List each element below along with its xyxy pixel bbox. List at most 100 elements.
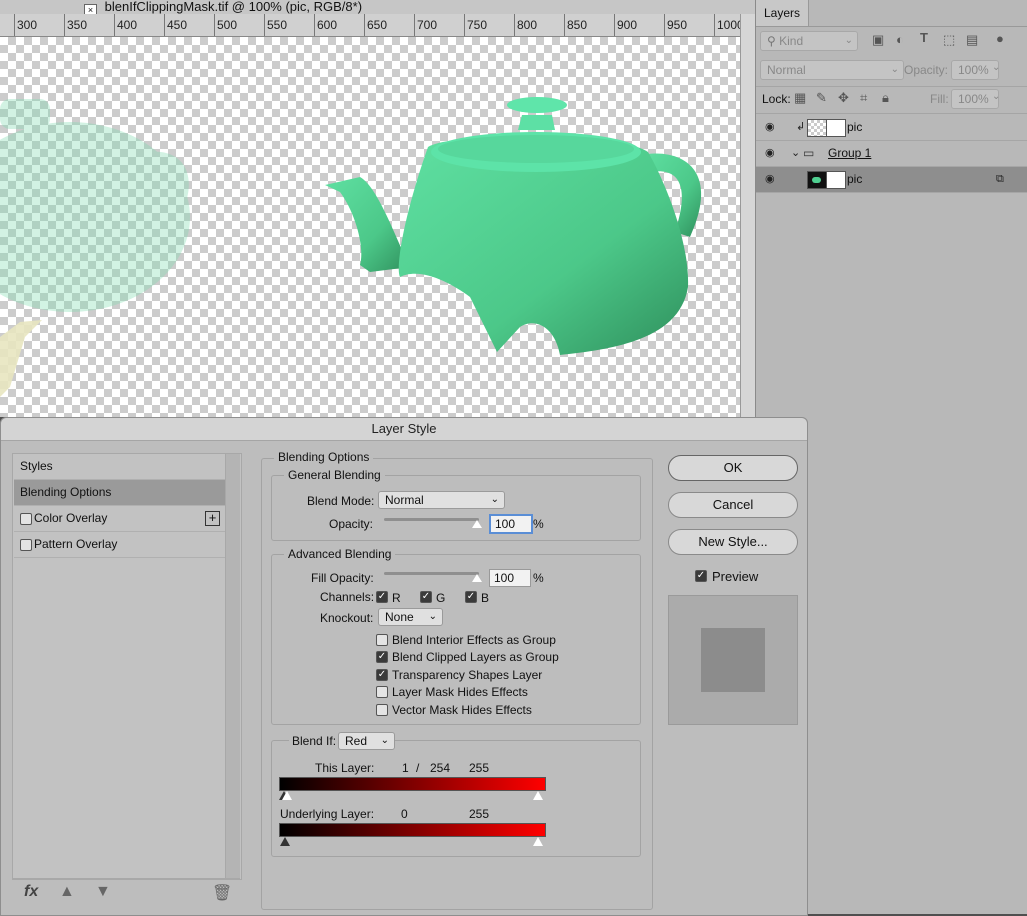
this-layer-split-value: 254 [430,761,451,775]
underlying-high-slider[interactable] [533,837,543,846]
document-title: blenIfClippingMask.tif @ 100% (pic, RGB/… [104,0,363,14]
layer-thumbnail [807,119,827,137]
trash-icon[interactable]: 🗑︎ [212,883,232,903]
cancel-button[interactable]: Cancel [668,492,798,518]
chevron-down-icon[interactable]: ⌄ [791,141,800,166]
channel-g-label: G [436,591,446,605]
underlying-gradient-bar[interactable] [279,823,546,837]
channel-r-checkbox[interactable]: ✓ [376,591,388,603]
layer-name: pic [847,120,863,134]
knockout-select[interactable]: None ⌄ [378,608,443,626]
fx-icon[interactable]: fx [24,883,38,901]
layer-mask-thumbnail [826,171,846,189]
image-filter-icon[interactable]: ▣ [872,32,884,48]
blend-mode-select[interactable]: Normal ⌄ [378,491,505,509]
adjustment-filter-icon[interactable]: ◐ [896,32,904,47]
move-up-icon[interactable]: ▲ [59,883,75,901]
eye-icon[interactable]: ◉ [765,147,779,159]
layer-mask-hides-label: Layer Mask Hides Effects [392,685,528,699]
fill-opacity-input[interactable]: 100 [489,569,531,587]
layer-row-pic-clipped[interactable]: ◉ ↲ pic [756,115,1027,141]
blend-mode-label: Blend Mode: [307,494,375,508]
layer-row-pic-selected[interactable]: ◉ pic ⧉ [756,167,1027,193]
opacity-label: Opacity: [329,517,374,531]
pattern-overlay-item[interactable]: Pattern Overlay [14,532,230,558]
opacity-slider[interactable] [384,518,479,521]
chevron-down-icon: ⌄ [490,494,499,505]
filter-kind-select[interactable]: ⚲ Kind ⌄ [760,31,858,51]
lock-image-icon[interactable]: ✎ [816,90,827,106]
opacity-slider-knob[interactable] [472,520,482,528]
underlying-layer-label: Underlying Layer: [280,807,375,821]
fill-opacity-slider-knob[interactable] [472,574,482,582]
channel-b-checkbox[interactable]: ✓ [465,591,477,603]
channels-label: Channels: [320,590,375,604]
fill-opacity-unit: % [533,571,544,585]
layers-tab[interactable]: Layers [756,0,809,26]
lock-position-icon[interactable]: ✥ [838,90,849,106]
preview-checkbox[interactable]: ✓ [695,570,707,582]
eye-icon[interactable]: ◉ [765,121,779,133]
styles-scrollbar[interactable] [225,454,240,879]
vector-mask-hides-checkbox[interactable] [376,704,388,716]
this-layer-label: This Layer: [315,761,375,775]
layer-thumbnail [807,171,827,189]
lock-all-icon[interactable]: 🔒︎ [882,90,889,106]
chevron-down-icon: ⌄ [380,735,389,746]
chevron-down-icon[interactable]: ⌄ [992,62,1000,73]
chevron-down-icon: ⌄ [890,64,899,75]
dialog-title: Layer Style [1,418,807,441]
this-layer-high-value: 255 [469,761,490,775]
ruler-tick: 750 [467,18,488,32]
document-canvas[interactable] [0,37,740,417]
eye-icon[interactable]: ◉ [765,173,779,185]
move-down-icon[interactable]: ▼ [95,883,111,901]
new-style-button[interactable]: New Style... [668,529,798,555]
blend-clipped-checkbox[interactable]: ✓ [376,651,388,663]
transparency-shapes-label: Transparency Shapes Layer [392,668,543,682]
color-overlay-checkbox[interactable] [20,513,32,525]
channel-g-checkbox[interactable]: ✓ [420,591,432,603]
close-doc-icon[interactable]: × [84,4,97,14]
opacity-input[interactable]: 100 [489,514,533,534]
blending-options-item[interactable]: Blending Options [14,480,230,506]
layer-name: pic [847,172,863,186]
chevron-down-icon: ⌄ [428,611,437,622]
opacity-unit: % [533,517,544,531]
color-overlay-item[interactable]: Color Overlay + [14,506,230,532]
underlying-low-slider[interactable] [280,837,290,846]
shape-filter-icon[interactable]: ⬚ [943,32,955,48]
chevron-down-icon[interactable]: ⌄ [992,91,1000,102]
transparency-shapes-checkbox[interactable]: ✓ [376,669,388,681]
add-effect-icon[interactable]: + [205,511,220,526]
ruler-tick: 900 [617,18,638,32]
layer-blend-mode-select[interactable]: Normal ⌄ [760,60,904,80]
styles-item[interactable]: Styles [14,454,230,480]
blending-options-header: Blending Options [274,450,374,464]
this-layer-low-slider-right[interactable] [282,791,292,800]
layer-mask-hides-checkbox[interactable] [376,686,388,698]
smart-object-filter-icon[interactable]: ▤ [966,32,978,48]
blend-if-channel-select[interactable]: Red ⌄ [338,732,395,750]
layer-row-group[interactable]: ◉ ⌄ ▭ Group 1 [756,141,1027,167]
filter-toggle-icon[interactable]: ● [996,31,1004,46]
type-filter-icon[interactable]: T [920,30,928,45]
document-title-bar: × blenIfClippingMask.tif @ 100% (pic, RG… [0,0,755,14]
this-layer-high-slider[interactable] [533,791,543,800]
preview-label: Preview [712,569,759,584]
fill-opacity-slider[interactable] [384,572,479,575]
search-icon: ⚲ [767,34,776,48]
channel-b-label: B [481,591,490,605]
vertical-scrollbar[interactable] [740,14,756,417]
ruler-tick: 350 [67,18,88,32]
ruler-tick: 950 [667,18,688,32]
lock-artboard-icon[interactable]: ⌗ [860,90,867,106]
this-layer-gradient-bar[interactable] [279,777,546,791]
styles-list: Styles Blending Options Color Overlay + … [12,453,242,880]
blend-interior-checkbox[interactable] [376,634,388,646]
pattern-overlay-checkbox[interactable] [20,539,32,551]
blend-clipped-label: Blend Clipped Layers as Group [392,650,559,664]
ruler-tick: 600 [317,18,338,32]
ok-button[interactable]: OK [668,455,798,481]
lock-transparent-icon[interactable]: ▦ [794,90,806,106]
